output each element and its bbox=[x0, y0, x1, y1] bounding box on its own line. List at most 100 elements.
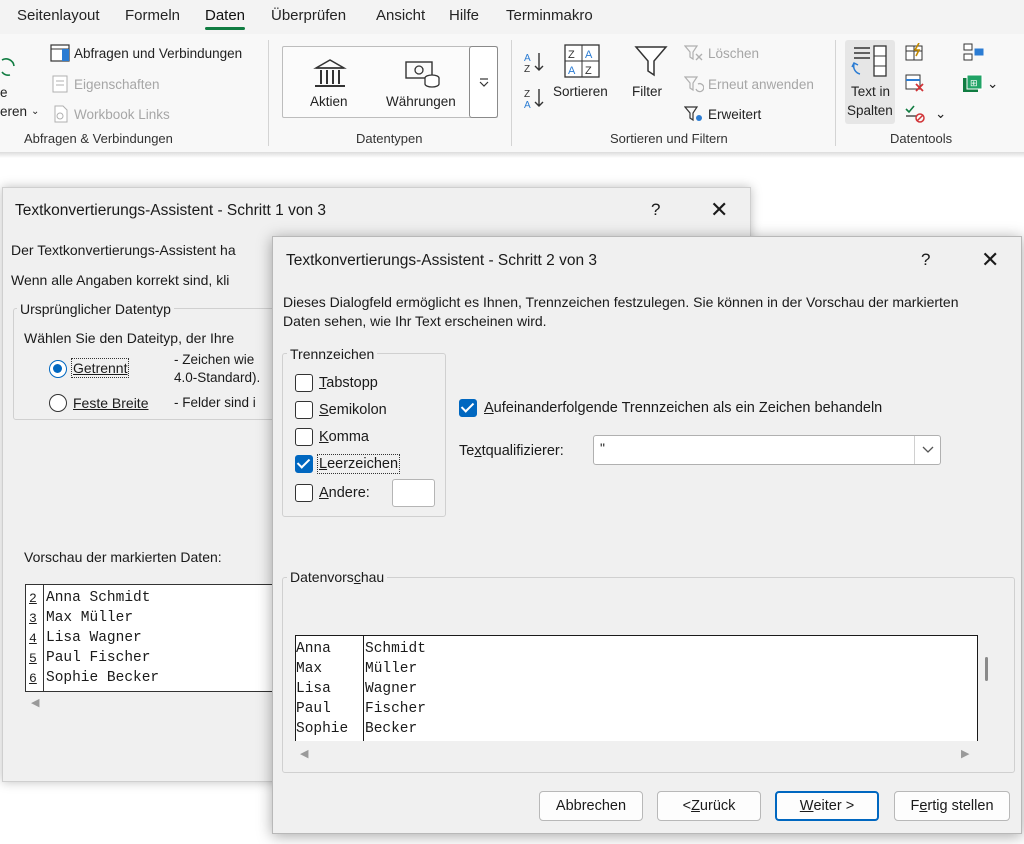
data-preview-step1[interactable]: 2 Anna Schmidt 3 Max Müller 4 Lisa Wagne… bbox=[25, 584, 285, 692]
checkbox-leerzeichen[interactable] bbox=[295, 455, 313, 473]
refresh-all-dropdown[interactable]: eren ⌄ bbox=[0, 104, 39, 119]
filter-funnel-icon[interactable] bbox=[634, 44, 668, 78]
bank-building-icon[interactable] bbox=[312, 58, 348, 90]
tab-ansicht[interactable]: Ansicht bbox=[376, 7, 425, 24]
properties-icon bbox=[52, 75, 68, 93]
datenvorschau-legend: Datenvorschau bbox=[287, 569, 388, 585]
checkbox-consecutive-delimiters[interactable] bbox=[459, 399, 477, 417]
tab-ueberpruefen[interactable]: Überprüfen bbox=[271, 7, 346, 24]
chevron-down-icon: ⌄ bbox=[31, 106, 40, 117]
textqualifizierer-select[interactable]: " bbox=[593, 435, 941, 465]
checkbox-komma-label[interactable]: Komma bbox=[319, 429, 369, 445]
checkbox-komma[interactable] bbox=[295, 428, 313, 446]
loeschen-button[interactable]: Löschen bbox=[684, 44, 759, 62]
chevron-down-icon[interactable]: ⌄ bbox=[987, 76, 998, 92]
sortieren-button[interactable]: Sortieren bbox=[553, 84, 608, 99]
help-button[interactable]: ? bbox=[651, 200, 660, 220]
row-number: 4 bbox=[29, 631, 37, 646]
datentypen-more-button[interactable] bbox=[469, 46, 498, 118]
sort-az-icon[interactable]: A Z bbox=[523, 50, 547, 74]
label-text: rtig stellen bbox=[927, 798, 994, 814]
label-text: < bbox=[682, 798, 692, 814]
scroll-left-icon[interactable]: ◀ bbox=[300, 747, 308, 760]
svg-text:Z: Z bbox=[585, 65, 592, 77]
checkbox-semikolon-label[interactable]: Semikolon bbox=[319, 402, 387, 418]
svg-text:Z: Z bbox=[524, 64, 530, 74]
accelerator-key: Z bbox=[691, 798, 700, 814]
svg-text:Z: Z bbox=[524, 89, 530, 100]
svg-text:A: A bbox=[568, 65, 576, 77]
checkbox-semikolon[interactable] bbox=[295, 401, 313, 419]
radio-getrennt[interactable] bbox=[49, 360, 67, 378]
flash-fill-icon[interactable] bbox=[905, 43, 925, 61]
aktien-button[interactable]: Aktien bbox=[310, 94, 348, 109]
sort-dialog-icon[interactable]: Z A A Z bbox=[564, 44, 600, 78]
erneut-anwenden-button[interactable]: Erneut anwenden bbox=[684, 75, 814, 93]
refresh-all-label-part[interactable]: e bbox=[0, 85, 8, 100]
clear-filter-icon bbox=[684, 45, 703, 61]
tab-seitenlayout[interactable]: Seitenlayout bbox=[17, 7, 100, 24]
abfragen-verbindungen-button[interactable]: Abfragen und Verbindungen bbox=[50, 44, 242, 62]
radio-feste-breite-label[interactable]: Feste Breite bbox=[73, 395, 148, 411]
erweitert-button[interactable]: Erweitert bbox=[684, 105, 761, 123]
fertig-stellen-button[interactable]: Fe rtig stellen bbox=[894, 791, 1010, 821]
dateityp-prompt: Wählen Sie den Dateityp, der Ihre bbox=[24, 330, 235, 346]
horizontal-scrollbar[interactable]: ◀ ▶ bbox=[295, 741, 978, 767]
label-text: ndere: bbox=[328, 485, 370, 501]
refresh-icon[interactable] bbox=[0, 56, 16, 78]
consolidate-icon[interactable] bbox=[962, 43, 984, 61]
label-text: hau bbox=[360, 569, 385, 585]
checkbox-leerzeichen-label[interactable]: Leerzeichen bbox=[316, 454, 401, 474]
vertical-scrollbar-thumb[interactable] bbox=[985, 657, 988, 681]
help-button[interactable]: ? bbox=[921, 250, 930, 270]
chevron-down-icon[interactable]: ⌄ bbox=[935, 106, 946, 122]
row-number: 5 bbox=[29, 651, 37, 666]
checkbox-tabstopp-label[interactable]: Tabstopp bbox=[319, 375, 378, 391]
accelerator-key: A bbox=[319, 485, 329, 501]
scroll-left-icon[interactable]: ◀ bbox=[31, 696, 39, 709]
abbrechen-button[interactable]: Abbrechen bbox=[539, 791, 643, 821]
data-model-icon[interactable]: ⊞ bbox=[962, 74, 984, 94]
close-icon[interactable]: ✕ bbox=[981, 249, 999, 271]
data-validation-icon[interactable] bbox=[905, 104, 927, 124]
svg-text:A: A bbox=[585, 49, 593, 61]
preview-cell: Müller bbox=[365, 661, 418, 677]
remove-duplicates-icon[interactable] bbox=[905, 74, 925, 92]
filter-button[interactable]: Filter bbox=[632, 84, 662, 99]
data-preview-step2[interactable]: Anna Schmidt Max Müller Lisa Wagner Paul… bbox=[295, 635, 978, 741]
ribbon-tab-bar: Seitenlayout Formeln Daten Überprüfen An… bbox=[0, 0, 1024, 34]
sort-za-icon[interactable]: Z A bbox=[523, 86, 547, 110]
checkbox-andere-label[interactable]: Andere: bbox=[319, 485, 370, 501]
zurueck-button[interactable]: < Zurück bbox=[657, 791, 761, 821]
accelerator-key: A bbox=[484, 400, 494, 416]
group-label-sortieren: Sortieren und Filtern bbox=[610, 131, 728, 146]
preview-row: Sophie Becker bbox=[46, 670, 160, 686]
label-text: emikolon bbox=[328, 402, 387, 418]
column-break-line[interactable] bbox=[363, 636, 364, 741]
radio-feste-breite[interactable] bbox=[49, 394, 67, 412]
waehrungen-button[interactable]: Währungen bbox=[386, 94, 456, 109]
tab-terminmakro[interactable]: Terminmakro bbox=[506, 7, 593, 24]
eigenschaften-button[interactable]: Eigenschaften bbox=[50, 75, 160, 93]
close-icon[interactable]: ✕ bbox=[710, 199, 728, 221]
radio-getrennt-label[interactable]: Getrennt bbox=[70, 358, 130, 378]
preview-cell: Wagner bbox=[365, 681, 418, 697]
dialog1-title: Textkonvertierungs-Assistent - Schritt 1… bbox=[15, 202, 326, 219]
combo-dropdown-button[interactable] bbox=[914, 436, 940, 464]
tab-daten[interactable]: Daten bbox=[205, 7, 246, 30]
tab-hilfe[interactable]: Hilfe bbox=[449, 7, 479, 24]
text-in-spalten-label-2: Spalten bbox=[847, 103, 893, 118]
checkbox-consecutive-label[interactable]: Aufeinanderfolgende Trennzeichen als ein… bbox=[484, 400, 882, 416]
scroll-right-icon[interactable]: ▶ bbox=[961, 747, 969, 760]
checkbox-andere[interactable] bbox=[295, 484, 313, 502]
currency-icon[interactable] bbox=[404, 58, 442, 90]
tab-formeln[interactable]: Formeln bbox=[125, 7, 180, 24]
weiter-button[interactable]: Weiter > bbox=[775, 791, 879, 821]
workbook-links-button[interactable]: Workbook Links bbox=[50, 105, 170, 123]
horizontal-scrollbar[interactable]: ◀ bbox=[25, 692, 285, 714]
checkbox-tabstopp[interactable] bbox=[295, 374, 313, 392]
preview-row: Paul Fischer bbox=[46, 650, 151, 666]
group-label-datentypen: Datentypen bbox=[356, 131, 423, 146]
andere-delimiter-input[interactable] bbox=[392, 479, 435, 507]
preview-row: Max Müller bbox=[46, 610, 134, 626]
